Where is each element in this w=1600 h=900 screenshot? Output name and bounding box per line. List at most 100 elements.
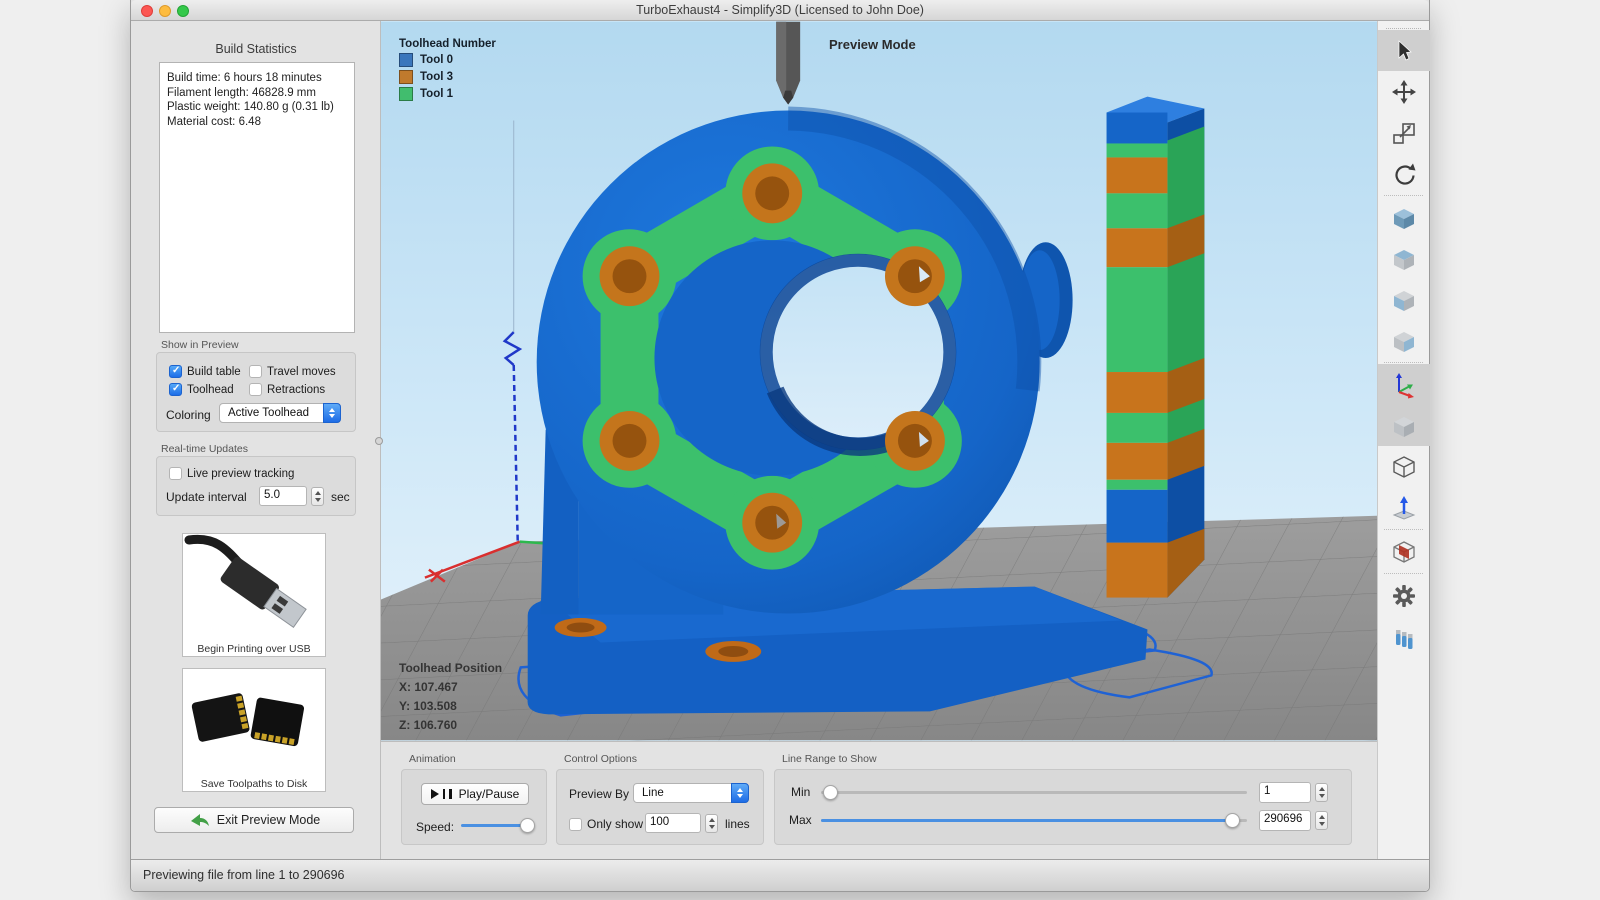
only-show-lines-field[interactable]: 100	[645, 813, 701, 833]
live-preview-tracking-row[interactable]: Live preview tracking	[169, 467, 294, 480]
update-interval-label: Update interval	[166, 490, 247, 504]
view-front-button[interactable]	[1378, 279, 1430, 320]
pause-bar-icon	[449, 789, 452, 799]
cube-front-view-icon	[1394, 290, 1414, 311]
usb-button-caption: Begin Printing over USB	[197, 643, 311, 655]
show-axes-button[interactable]	[1378, 364, 1430, 405]
machine-settings-button[interactable]	[1378, 575, 1430, 616]
toolhead-position-x: X: 107.467	[399, 680, 458, 694]
speed-label: Speed:	[416, 820, 455, 834]
update-interval-field[interactable]: 5.0	[259, 486, 307, 506]
panel-splitter-handle[interactable]	[375, 437, 383, 445]
max-line-stepper-icon[interactable]	[1315, 811, 1328, 830]
preview-controls-bar: Animation Play/Pause Speed: Control Opti…	[381, 741, 1377, 860]
rotate-view-tool-button[interactable]	[1378, 153, 1430, 194]
close-window-icon[interactable]	[141, 4, 153, 17]
zoom-window-icon[interactable]	[177, 4, 189, 17]
select-tool-button[interactable]	[1378, 30, 1430, 71]
preview-by-dropdown[interactable]: Line	[633, 783, 749, 803]
window-title: TurboExhaust4 - Simplify3D (Licensed to …	[636, 3, 924, 17]
usb-connector-image	[184, 534, 307, 628]
preview-mode-label: Preview Mode	[829, 37, 916, 52]
max-slider-handle[interactable]	[1225, 813, 1240, 828]
title-bar[interactable]: TurboExhaust4 - Simplify3D (Licensed to …	[131, 0, 1429, 21]
cursor-arrow-icon	[1398, 39, 1412, 60]
legend-row-tool3: Tool 3	[399, 70, 496, 84]
speed-slider-handle[interactable]	[520, 818, 535, 833]
build-table-checkbox-row[interactable]: Build table	[169, 365, 241, 378]
exit-button-label: Exit Preview Mode	[216, 813, 321, 827]
stat-material-cost: Material cost: 6.48	[167, 115, 261, 128]
preview-3d-viewport[interactable]: Toolhead Number Tool 0 Tool 3 Tool 1 Pre…	[381, 21, 1377, 741]
coloring-dropdown[interactable]: Active Toolhead	[219, 403, 341, 423]
play-pause-button[interactable]: Play/Pause	[421, 783, 529, 805]
update-interval-unit: sec	[331, 490, 350, 504]
layers-bars-icon	[1396, 629, 1413, 649]
realtime-updates-label: Real-time Updates	[161, 443, 248, 455]
stat-plastic-weight: Plastic weight: 140.80 g (0.31 lb)	[167, 101, 334, 113]
toolpath-layers-button[interactable]	[1378, 616, 1430, 657]
tool0-color-swatch	[399, 53, 413, 67]
save-toolpaths-button[interactable]: Save Toolpaths to Disk	[182, 668, 326, 792]
gear-icon	[1393, 584, 1415, 607]
cross-section-cube-icon	[1393, 540, 1415, 563]
cube-top-view-icon	[1394, 249, 1414, 270]
travel-moves-checkbox-row[interactable]: Travel moves	[249, 365, 336, 378]
left-panel: Build Statistics Build time: 6 hours 18 …	[131, 21, 381, 860]
sd-cards-image	[191, 693, 305, 747]
scale-icon	[1393, 122, 1415, 144]
only-show-stepper-icon[interactable]	[705, 814, 718, 833]
toolbar-separator	[1384, 573, 1423, 574]
realtime-updates-group	[156, 456, 356, 516]
min-slider-handle[interactable]	[823, 785, 838, 800]
toolhead-position-z: Z: 106.760	[399, 718, 458, 732]
speed-slider[interactable]	[461, 818, 535, 833]
travel-moves-label: Travel moves	[267, 365, 336, 378]
view-side-button[interactable]	[1378, 320, 1430, 361]
legend-row-tool1: Tool 1	[399, 87, 496, 101]
animation-group-label: Animation	[409, 753, 456, 765]
render-solid-button[interactable]	[1378, 405, 1430, 446]
travel-moves-checkbox[interactable]	[249, 365, 262, 378]
exit-preview-mode-button[interactable]: Exit Preview Mode	[154, 807, 354, 833]
begin-printing-usb-button[interactable]: Begin Printing over USB	[182, 533, 326, 657]
view-default-button[interactable]	[1378, 197, 1430, 238]
only-show-label: Only show	[587, 817, 644, 831]
render-wireframe-button[interactable]	[1378, 446, 1430, 487]
view-top-button[interactable]	[1378, 238, 1430, 279]
build-table-checkbox[interactable]	[169, 365, 182, 378]
toolhead-checkbox-row[interactable]: Toolhead	[169, 383, 234, 396]
play-pause-label: Play/Pause	[458, 787, 520, 801]
minimize-window-icon[interactable]	[159, 4, 171, 17]
show-normals-button[interactable]	[1378, 487, 1430, 528]
toolhead-position-title: Toolhead Position	[399, 661, 503, 675]
move-tool-button[interactable]	[1378, 71, 1430, 112]
toolhead-position-y: Y: 103.508	[399, 699, 457, 713]
toolbar-drag-handle[interactable]	[1386, 23, 1421, 29]
retractions-checkbox[interactable]	[249, 383, 262, 396]
only-show-checkbox[interactable]	[569, 817, 582, 831]
move-arrows-icon	[1392, 79, 1416, 104]
play-icon	[430, 789, 439, 799]
min-line-stepper-icon[interactable]	[1315, 783, 1328, 802]
min-line-field[interactable]: 1	[1259, 782, 1311, 803]
blue-cube-icon	[1394, 208, 1414, 229]
app-window: TurboExhaust4 - Simplify3D (Licensed to …	[130, 0, 1430, 892]
only-show-unit-label: lines	[725, 817, 750, 831]
max-line-field[interactable]: 290696	[1259, 810, 1311, 831]
live-preview-tracking-label: Live preview tracking	[187, 467, 295, 480]
live-preview-tracking-checkbox[interactable]	[169, 467, 182, 480]
tool0-label: Tool 0	[420, 54, 454, 66]
max-line-slider[interactable]	[821, 813, 1247, 828]
tool3-color-swatch	[399, 70, 413, 84]
update-interval-stepper-icon[interactable]	[311, 487, 324, 506]
only-show-row[interactable]: Only show	[569, 817, 643, 831]
toolhead-checkbox[interactable]	[169, 383, 182, 396]
min-line-slider[interactable]	[821, 785, 1247, 800]
toolbar-separator	[1384, 362, 1423, 363]
retractions-checkbox-row[interactable]: Retractions	[249, 383, 325, 396]
pause-bar-icon	[442, 789, 446, 799]
scale-tool-button[interactable]	[1378, 112, 1430, 153]
cross-section-button[interactable]	[1378, 531, 1430, 572]
toolhead-legend: Toolhead Number Tool 0 Tool 3 Tool 1	[399, 38, 496, 101]
